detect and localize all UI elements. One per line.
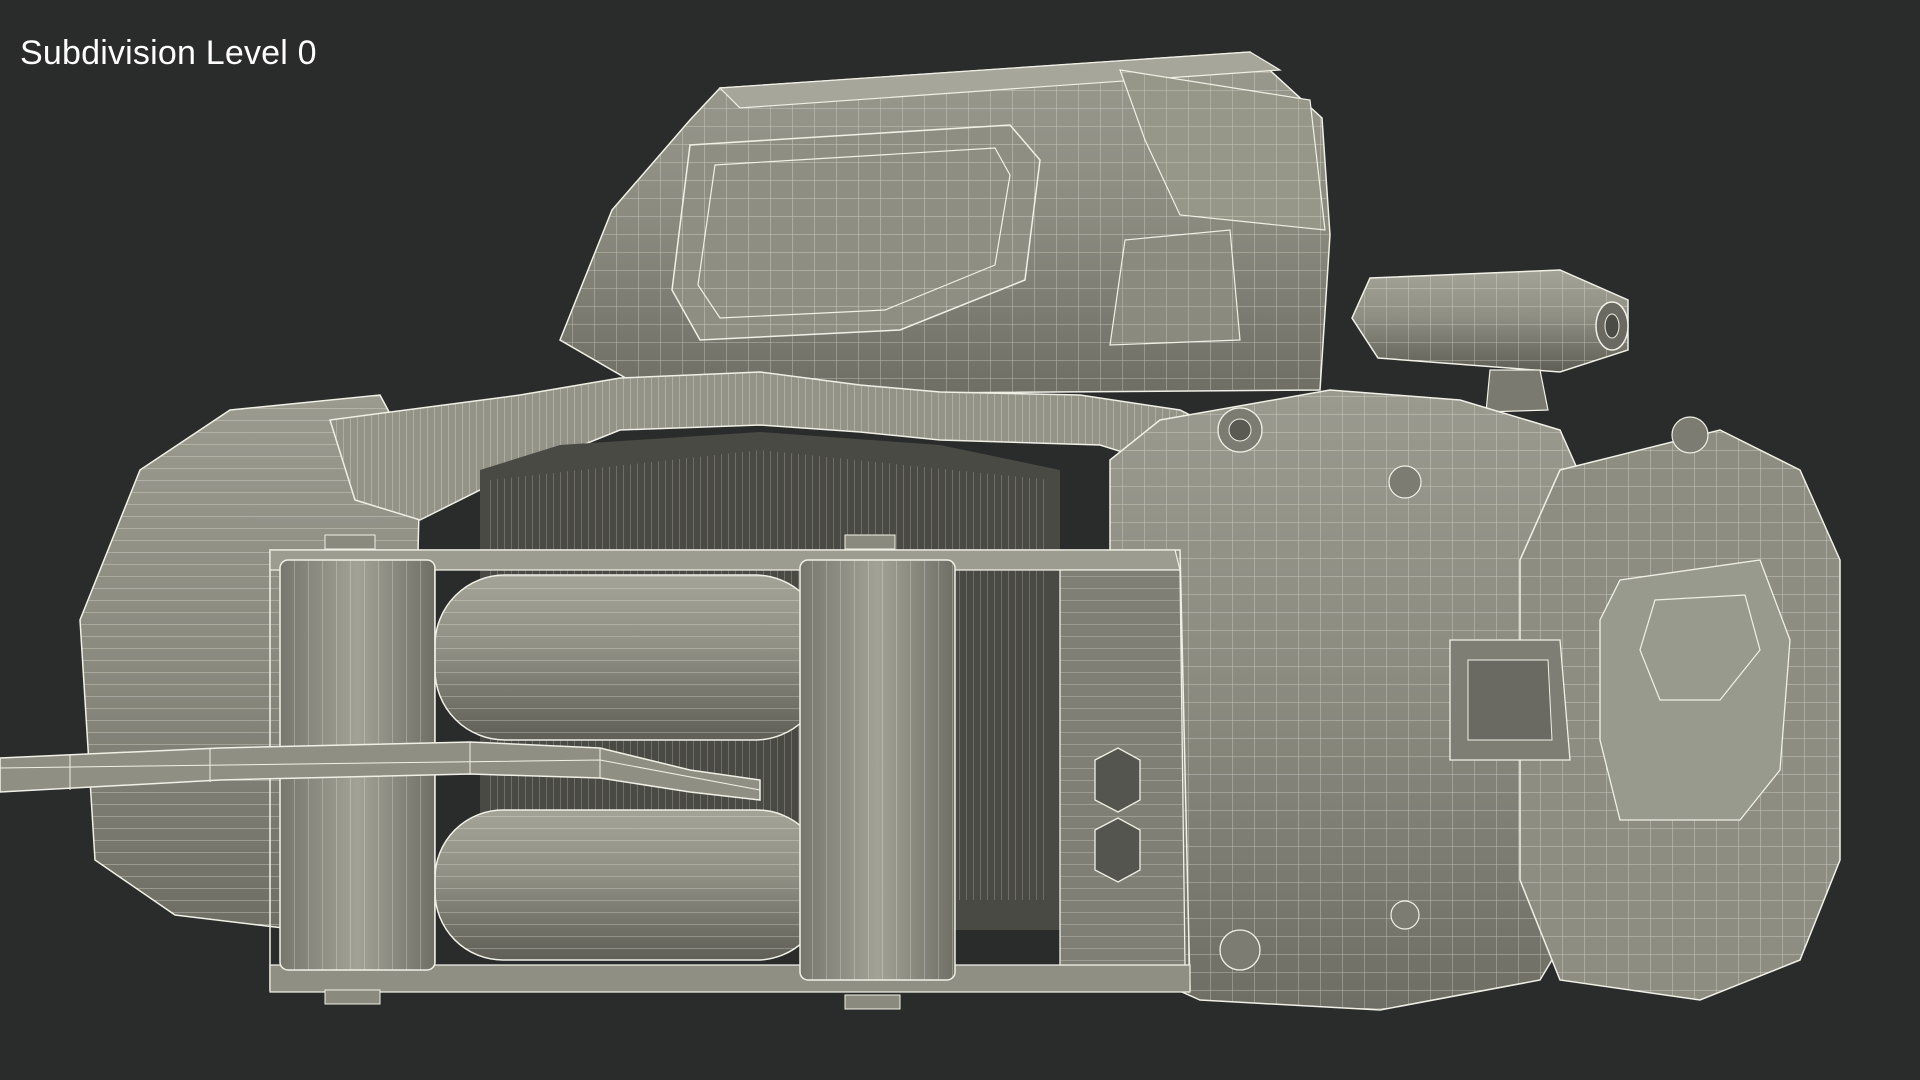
side-handle bbox=[1351, 269, 1629, 413]
winch-wireframe-model bbox=[0, 51, 1841, 1011]
control-box bbox=[559, 51, 1331, 396]
3d-viewport[interactable]: Subdivision Level 0 bbox=[0, 0, 1920, 1080]
subdivision-level-label: Subdivision Level 0 bbox=[20, 34, 317, 72]
